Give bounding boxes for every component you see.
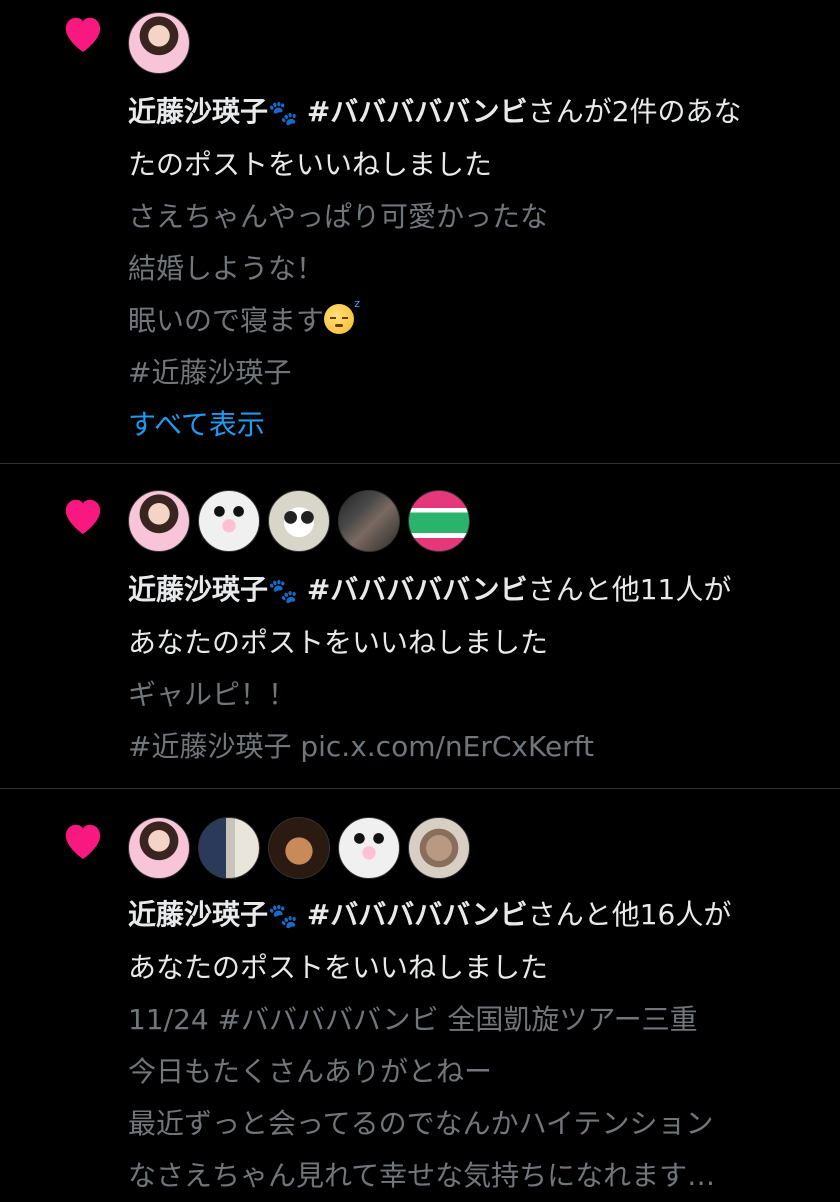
- notification-headline: 近藤沙瑛子🐾 #バババババンビさんと他16人が: [128, 889, 820, 942]
- paw-icon: 🐾: [268, 99, 298, 127]
- action-text-continued: あなたのポストをいいねしました: [128, 951, 549, 984]
- actor-tag[interactable]: #バババババンビ: [307, 95, 528, 128]
- liker-avatars: [128, 12, 190, 74]
- anime-face-avatar[interactable]: [268, 817, 330, 879]
- actor-tag[interactable]: #バババババンビ: [307, 898, 528, 931]
- liker-avatars: [128, 817, 470, 879]
- post-hashtag-line: #近藤沙瑛子: [128, 356, 292, 389]
- action-text: さんと他16人が: [527, 898, 732, 931]
- post-line: 11/24 #バババババンビ 全国凱旋ツアー三重: [128, 1003, 698, 1036]
- notification-item[interactable]: 近藤沙瑛子🐾 #バババババンビさんと他16人が あなたのポストをいいねしました …: [0, 789, 840, 1200]
- liker-avatars: [128, 490, 470, 552]
- panda-avatar[interactable]: [198, 490, 260, 552]
- post-line: 最近ずっと会ってるのでなんかハイテンション: [128, 1107, 714, 1140]
- cup-photo-avatar[interactable]: [408, 817, 470, 879]
- post-line: ギャルピ！！: [128, 678, 297, 711]
- group-photo-avatar[interactable]: [338, 490, 400, 552]
- heart-icon: [65, 17, 101, 53]
- post-line: さえちゃんやっぱり可愛かったな: [128, 200, 549, 233]
- notification-item[interactable]: 近藤沙瑛子🐾 #バババババンビさんが2件のあな たのポストをいいねしました さえ…: [0, 0, 840, 464]
- post-line: 結婚しような！: [128, 252, 325, 285]
- notification-text: 近藤沙瑛子🐾 #バババババンビさんと他16人が あなたのポストをいいねしました …: [128, 889, 820, 1202]
- notification-headline: 近藤沙瑛子🐾 #バババババンビさんが2件のあな: [128, 86, 820, 139]
- paw-icon: 🐾: [268, 577, 298, 605]
- notification-text: 近藤沙瑛子🐾 #バババババンビさんが2件のあな たのポストをいいねしました さえ…: [128, 86, 820, 451]
- panda-avatar[interactable]: [338, 817, 400, 879]
- colorful-badge-avatar[interactable]: [408, 490, 470, 552]
- avatar[interactable]: [128, 12, 190, 74]
- show-all-link[interactable]: すべて表示: [128, 399, 820, 451]
- sleeping-face-icon: z: [324, 298, 360, 334]
- paw-icon: 🐾: [268, 902, 298, 930]
- notification-text: 近藤沙瑛子🐾 #バババババンビさんと他11人が あなたのポストをいいねしました …: [128, 564, 820, 773]
- notification-item[interactable]: 近藤沙瑛子🐾 #バババババンビさんと他11人が あなたのポストをいいねしました …: [0, 464, 840, 789]
- actor-name[interactable]: 近藤沙瑛子: [128, 573, 268, 606]
- action-text: さんが2件のあな: [527, 95, 742, 128]
- post-line: なさえちゃん見れて幸せな気持ちになれます…: [128, 1159, 716, 1192]
- actor-tag[interactable]: #バババババンビ: [307, 573, 528, 606]
- heart-icon: [65, 499, 101, 535]
- post-line-text: 眠いので寝ます: [128, 304, 325, 337]
- action-text: さんと他11人が: [527, 573, 732, 606]
- action-text-continued: あなたのポストをいいねしました: [128, 626, 549, 659]
- post-line-with-emoji: 眠いので寝ます z: [128, 295, 820, 347]
- notification-headline: 近藤沙瑛子🐾 #バババババンビさんと他11人が: [128, 564, 820, 617]
- action-text-continued: たのポストをいいねしました: [128, 148, 493, 181]
- people-photo-avatar[interactable]: [198, 817, 260, 879]
- post-hashtag-line: #近藤沙瑛子 pic.x.com/nErCxKerft: [128, 730, 595, 763]
- actor-name[interactable]: 近藤沙瑛子: [128, 95, 268, 128]
- post-line: 今日もたくさんありがとねー: [128, 1055, 493, 1088]
- avatar[interactable]: [128, 490, 190, 552]
- heart-icon: [65, 824, 101, 860]
- avatar[interactable]: [128, 817, 190, 879]
- panda-cartoon-avatar[interactable]: [268, 490, 330, 552]
- actor-name[interactable]: 近藤沙瑛子: [128, 898, 268, 931]
